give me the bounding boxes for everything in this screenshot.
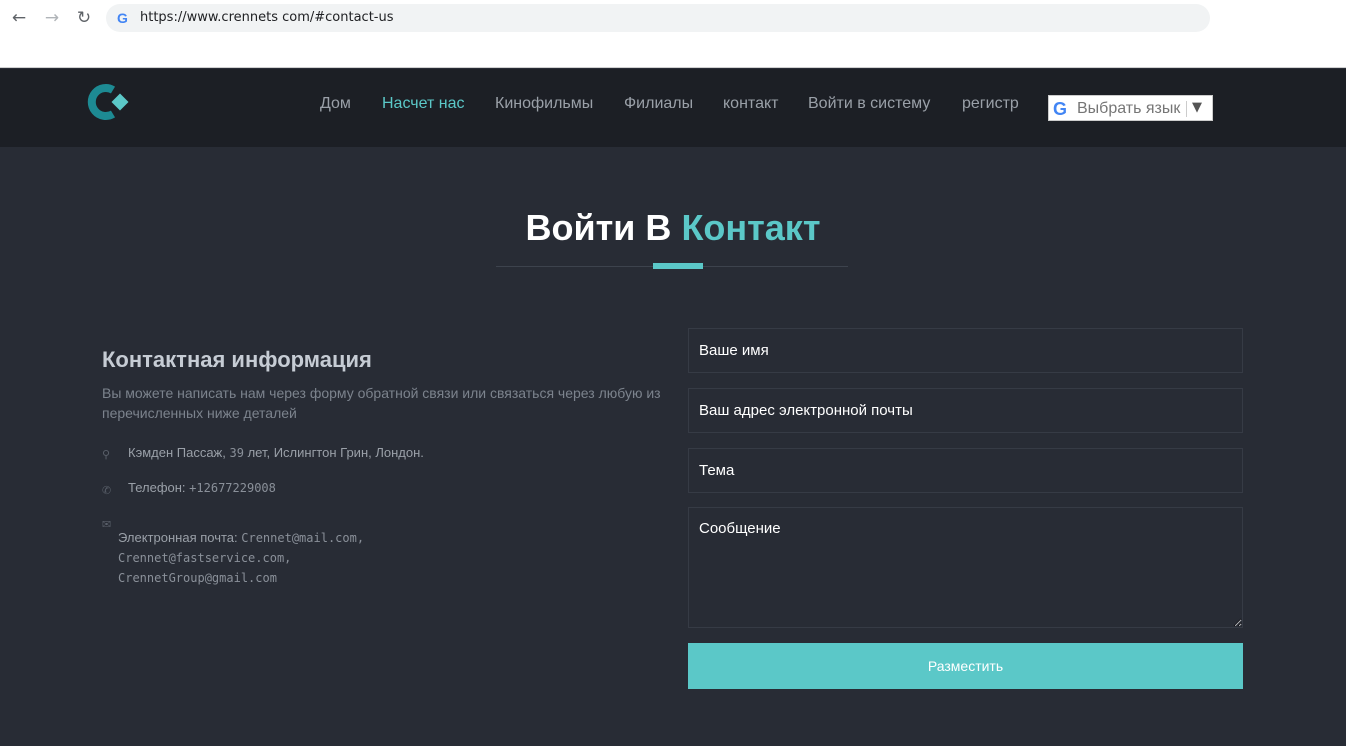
nav-link-movies[interactable]: Кинофильмы	[495, 95, 593, 113]
phone-row: Телефон: +12677229008	[128, 478, 276, 498]
phone-label: Телефон:	[128, 480, 186, 495]
envelope-icon: ✉	[102, 518, 112, 531]
nav-link-branches[interactable]: Филиалы	[624, 95, 693, 113]
forward-arrow-icon[interactable]: →	[40, 6, 64, 30]
address-rest: лет, Ислингтон Грин, Лондон.	[247, 445, 424, 460]
nav-link-contact[interactable]: контакт	[723, 95, 778, 113]
name-input[interactable]	[688, 328, 1243, 373]
nav-link-login[interactable]: Войти в систему	[808, 95, 930, 113]
divider	[1186, 101, 1187, 117]
nav-link-home[interactable]: Дом	[320, 95, 351, 113]
submit-button[interactable]: Разместить	[688, 643, 1243, 689]
email-value-2[interactable]: CrennetGroup@gmail.com	[118, 571, 277, 585]
nav-link-about[interactable]: Насчет нас	[382, 95, 464, 113]
language-select[interactable]: G Выбрать язык ▼	[1048, 95, 1213, 121]
google-icon: G	[117, 10, 128, 26]
phone-icon: ✆	[102, 484, 112, 497]
message-textarea[interactable]	[688, 507, 1243, 628]
nav-link-register[interactable]: регистр	[962, 95, 1019, 113]
email-input[interactable]	[688, 388, 1243, 433]
address-row: Кэмден Пассаж, 39 лет, Ислингтон Грин, Л…	[128, 443, 424, 463]
language-select-label: Выбрать язык	[1077, 100, 1181, 117]
title-accent: Контакт	[681, 207, 821, 248]
subject-input[interactable]	[688, 448, 1243, 493]
browser-toolbar: ← → ↻ G https://www.crennets com/#contac…	[0, 0, 1346, 68]
title-underline	[653, 263, 703, 269]
dropdown-arrow-icon[interactable]: ▼	[1192, 99, 1202, 117]
title-main: Войти В	[525, 207, 672, 248]
url-text[interactable]: https://www.crennets com/#contact-us	[140, 10, 394, 26]
email-label: Электронная почта:	[118, 530, 238, 545]
email-row: Электронная почта: Crennet@mail.com, Cre…	[118, 528, 538, 588]
contact-info-heading: Контактная информация	[102, 347, 372, 372]
site-header: Дом Насчет нас Кинофильмы Филиалы контак…	[0, 69, 1346, 147]
map-pin-icon: ⚲	[102, 448, 111, 461]
phone-value[interactable]: +12677229008	[189, 481, 276, 495]
address-bar[interactable]: G https://www.crennets com/#contact-us	[106, 4, 1210, 32]
contact-info-description: Вы можете написать нам через форму обрат…	[102, 385, 661, 421]
address-label: Кэмден Пассаж,	[128, 445, 226, 460]
page-title: Войти В Контакт	[0, 206, 1346, 250]
address-number: 39	[229, 446, 244, 460]
google-icon: G	[1053, 99, 1068, 119]
reload-icon[interactable]: ↻	[72, 6, 96, 30]
back-arrow-icon[interactable]: ←	[7, 6, 31, 30]
